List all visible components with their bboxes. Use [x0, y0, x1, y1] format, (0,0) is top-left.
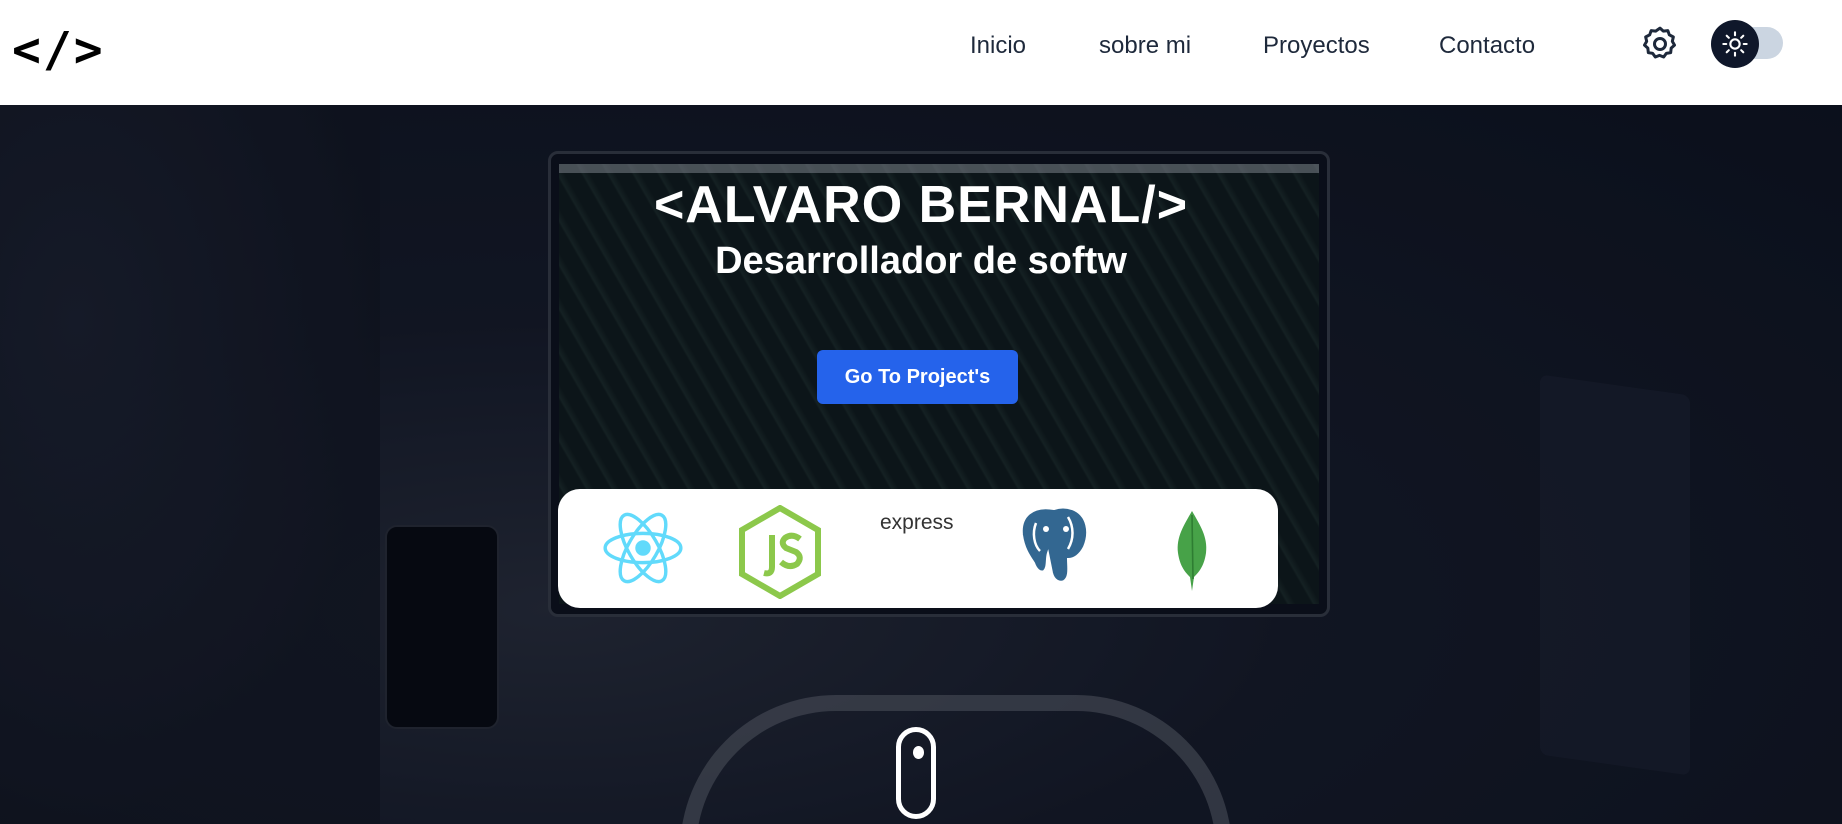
nodejs-icon [739, 505, 821, 599]
top-navbar: </> Inicio sobre mi Proyectos Contacto [0, 0, 1842, 105]
tech-stack-panel: express [558, 489, 1278, 608]
hero-section: <ALVARO BERNAL/> Desarrollador de softw … [0, 105, 1842, 824]
nav-link-inicio[interactable]: Inicio [970, 32, 1026, 60]
scroll-wheel-dot [913, 746, 924, 759]
go-to-projects-button[interactable]: Go To Project's [817, 350, 1018, 404]
site-logo[interactable]: </> [12, 22, 105, 78]
hero-title: <ALVARO BERNAL/> [653, 176, 1189, 234]
react-icon [603, 512, 683, 584]
hero-subtitle: Desarrollador de softw [715, 240, 1127, 282]
express-label: express [880, 511, 954, 534]
sun-icon [1722, 31, 1748, 57]
theme-toggle-knob[interactable] [1711, 20, 1759, 68]
postgresql-icon [1020, 506, 1089, 583]
nav-link-contacto[interactable]: Contacto [1439, 32, 1535, 60]
nav-link-sobre-mi[interactable]: sobre mi [1099, 32, 1191, 60]
mongodb-icon [1177, 511, 1207, 591]
nav-link-proyectos[interactable]: Proyectos [1263, 32, 1370, 60]
scroll-down-mouse-icon[interactable] [896, 727, 936, 819]
settings-gear-icon[interactable] [1640, 24, 1680, 64]
